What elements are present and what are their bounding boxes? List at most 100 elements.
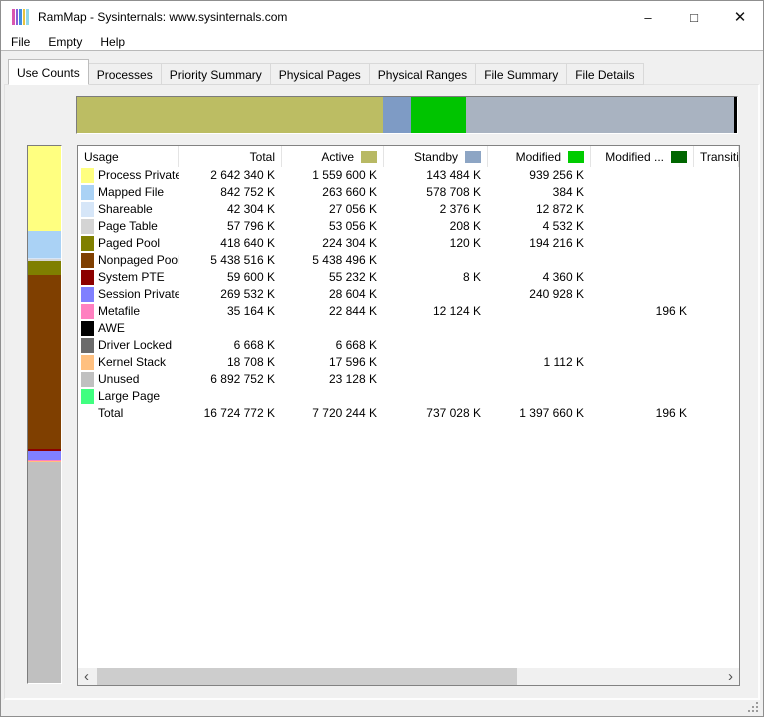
close-button[interactable]: ✕ xyxy=(717,1,763,33)
awe-color-swatch-icon xyxy=(81,321,94,336)
tab-priority-summary[interactable]: Priority Summary xyxy=(162,63,271,85)
menu-item-empty[interactable]: Empty xyxy=(39,34,91,50)
maximize-button[interactable]: □ xyxy=(671,1,717,33)
tab-use-counts[interactable]: Use Counts xyxy=(8,59,89,85)
value-cell: 418 640 K xyxy=(179,235,282,252)
value-cell: 5 438 496 K xyxy=(282,252,384,269)
value-cell xyxy=(694,337,739,354)
usage-cell: Nonpaged Pool xyxy=(78,252,179,269)
usage-label: Session Private xyxy=(98,286,179,303)
table-row-page-table[interactable]: Page Table57 796 K53 056 K208 K4 532 K xyxy=(78,218,739,235)
value-cell xyxy=(694,201,739,218)
usage-cell: Large Page xyxy=(78,388,179,405)
table-row-unused[interactable]: Unused6 892 752 K23 128 K xyxy=(78,371,739,388)
table-row-shareable[interactable]: Shareable42 304 K27 056 K2 376 K12 872 K xyxy=(78,201,739,218)
usage-cell: Metafile xyxy=(78,303,179,320)
tab-strip: Use CountsProcessesPriority SummaryPhysi… xyxy=(8,61,763,85)
resize-grip-icon[interactable] xyxy=(748,702,759,713)
usage-cell: AWE xyxy=(78,320,179,337)
usage-cell: Kernel Stack xyxy=(78,354,179,371)
value-cell xyxy=(488,320,591,337)
value-cell: 5 438 516 K xyxy=(179,252,282,269)
table-row-kernel-stack[interactable]: Kernel Stack18 708 K17 596 K1 112 K xyxy=(78,354,739,371)
column-header-label: Active xyxy=(321,150,354,164)
value-cell: 6 668 K xyxy=(179,337,282,354)
value-cell: 224 304 K xyxy=(282,235,384,252)
value-cell xyxy=(694,371,739,388)
table-row-system-pte[interactable]: System PTE59 600 K55 232 K8 K4 360 K xyxy=(78,269,739,286)
value-cell: 194 216 K xyxy=(488,235,591,252)
table-row-metafile[interactable]: Metafile35 164 K22 844 K12 124 K196 K xyxy=(78,303,739,320)
value-cell: 1 559 600 K xyxy=(282,167,384,184)
shareable-color-swatch-icon xyxy=(81,202,94,217)
tab-physical-pages[interactable]: Physical Pages xyxy=(271,63,370,85)
value-cell xyxy=(694,218,739,235)
value-cell: 842 752 K xyxy=(179,184,282,201)
value-cell: 17 596 K xyxy=(282,354,384,371)
usage-label: System PTE xyxy=(98,269,165,286)
value-cell xyxy=(694,184,739,201)
scrollbar-track[interactable] xyxy=(95,668,722,685)
app-icon-stripe xyxy=(26,9,29,25)
table-row-paged-pool[interactable]: Paged Pool418 640 K224 304 K120 K194 216… xyxy=(78,235,739,252)
horizontal-scrollbar[interactable]: ‹ › xyxy=(78,668,739,685)
value-cell: 27 056 K xyxy=(282,201,384,218)
usage-cell: System PTE xyxy=(78,269,179,286)
value-cell: 143 484 K xyxy=(384,167,488,184)
usage-cell: Process Private xyxy=(78,167,179,184)
modified-segment xyxy=(411,97,466,133)
table-row-process-private[interactable]: Process Private2 642 340 K1 559 600 K143… xyxy=(78,167,739,184)
column-header-total[interactable]: Total xyxy=(179,146,282,167)
usage-label: Nonpaged Pool xyxy=(98,252,179,269)
usage-label: AWE xyxy=(98,320,125,337)
table-row-driver-locked[interactable]: Driver Locked6 668 K6 668 K xyxy=(78,337,739,354)
value-cell xyxy=(282,320,384,337)
app-icon xyxy=(12,9,29,25)
session-private-segment xyxy=(28,451,61,460)
table-row-nonpaged-pool[interactable]: Nonpaged Pool5 438 516 K5 438 496 K xyxy=(78,252,739,269)
column-header-modified[interactable]: Modified xyxy=(488,146,591,167)
scrollbar-thumb[interactable] xyxy=(97,668,517,685)
value-cell xyxy=(694,252,739,269)
scroll-right-arrow-icon[interactable]: › xyxy=(722,668,739,685)
tab-file-details[interactable]: File Details xyxy=(567,63,643,85)
value-cell: 208 K xyxy=(384,218,488,235)
column-header-active[interactable]: Active xyxy=(282,146,384,167)
tab-physical-ranges[interactable]: Physical Ranges xyxy=(370,63,476,85)
menu-item-file[interactable]: File xyxy=(2,34,39,50)
table-row-large-page[interactable]: Large Page xyxy=(78,388,739,405)
value-cell: 6 668 K xyxy=(282,337,384,354)
value-cell xyxy=(282,388,384,405)
active-segment xyxy=(77,97,383,133)
column-header-label: Usage xyxy=(84,150,119,164)
table-row-session-private[interactable]: Session Private269 532 K28 604 K240 928 … xyxy=(78,286,739,303)
process-private-color-swatch-icon xyxy=(81,168,94,183)
value-cell: 939 256 K xyxy=(488,167,591,184)
table-row-awe[interactable]: AWE xyxy=(78,320,739,337)
table-row-mapped-file[interactable]: Mapped File842 752 K263 660 K578 708 K38… xyxy=(78,184,739,201)
end-marker-segment xyxy=(734,97,737,133)
use-counts-tab-page: Usage Total Active StandbyModifiedModified … xyxy=(4,84,760,700)
tab-file-summary[interactable]: File Summary xyxy=(476,63,567,85)
column-header-modified[interactable]: Modified ... xyxy=(591,146,694,167)
nonpaged-pool-color-swatch-icon xyxy=(81,253,94,268)
usage-cell: Driver Locked xyxy=(78,337,179,354)
status-bar xyxy=(2,700,762,715)
metafile-color-swatch-icon xyxy=(81,304,94,319)
value-cell xyxy=(591,320,694,337)
value-cell: 737 028 K xyxy=(384,405,488,422)
modified-color-swatch-icon xyxy=(671,151,687,163)
menu-item-help[interactable]: Help xyxy=(91,34,134,50)
kernel-stack-color-swatch-icon xyxy=(81,355,94,370)
table-body: Process Private2 642 340 K1 559 600 K143… xyxy=(78,167,739,668)
value-cell xyxy=(694,388,739,405)
column-header-usage[interactable]: Usage xyxy=(78,146,179,167)
tab-processes[interactable]: Processes xyxy=(89,63,162,85)
value-cell xyxy=(488,303,591,320)
column-header-standby[interactable]: Standby xyxy=(384,146,488,167)
scroll-left-arrow-icon[interactable]: ‹ xyxy=(78,668,95,685)
modified-color-swatch-icon xyxy=(568,151,584,163)
column-header-transition[interactable]: Transition xyxy=(694,146,739,167)
minimize-button[interactable]: – xyxy=(625,1,671,33)
table-row-total[interactable]: Total16 724 772 K7 720 244 K737 028 K1 3… xyxy=(78,405,739,422)
